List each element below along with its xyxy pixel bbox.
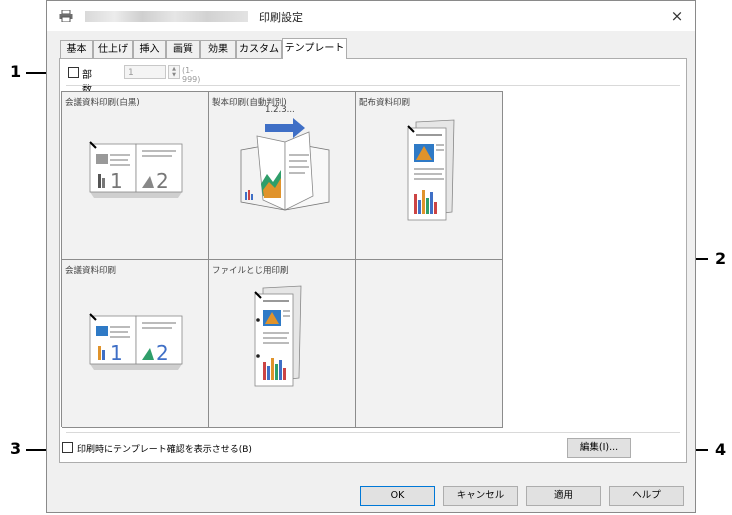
template-handout[interactable]: 配布資料印刷: [356, 92, 503, 260]
template-grid: 会議資料印刷(白黒) 1 2 製本印刷(自動判別) 1.2.3... 配布資料印…: [61, 91, 503, 428]
template-label: 配布資料印刷: [359, 98, 411, 108]
tab-insert[interactable]: 挿入: [133, 40, 166, 58]
callout-2: 2: [715, 249, 727, 268]
confirm-label: 印刷時にテンプレート確認を表示させる(B): [77, 445, 252, 455]
template-label: ファイルとじ用印刷: [212, 266, 289, 276]
tab-custom[interactable]: カスタム: [236, 40, 282, 58]
help-button[interactable]: ヘルプ: [609, 486, 684, 506]
callout-3: 3: [10, 439, 22, 458]
svg-text:2: 2: [156, 341, 169, 365]
printer-name-redacted: [85, 11, 248, 22]
window-title: 印刷設定: [259, 11, 303, 24]
handout-icon: [407, 119, 455, 221]
template-file-binding[interactable]: ファイルとじ用印刷: [209, 260, 356, 428]
template-meeting[interactable]: 会議資料印刷 1 2: [62, 260, 209, 428]
svg-text:1: 1: [110, 169, 123, 193]
spin-down-icon[interactable]: ▼: [169, 72, 179, 78]
copies-stepper[interactable]: ▲ ▼: [168, 65, 180, 79]
edit-button[interactable]: 編集(I)...: [567, 438, 631, 458]
tab-image-quality[interactable]: 画質: [166, 40, 200, 58]
file-binding-icon: [254, 285, 302, 387]
meeting-doc-mono-icon: 1 2: [89, 141, 183, 198]
close-icon[interactable]: ×: [667, 6, 687, 26]
apply-button[interactable]: 適用: [526, 486, 601, 506]
meeting-doc-icon: 1 2: [89, 313, 183, 370]
template-label: 会議資料印刷(白黒): [65, 98, 140, 108]
title-bar: 印刷設定 ×: [47, 1, 695, 31]
callout-1: 1: [10, 62, 22, 81]
tab-finishing[interactable]: 仕上げ: [93, 40, 133, 58]
svg-text:1: 1: [110, 341, 123, 365]
template-empty-slot: [356, 260, 503, 428]
callout-4: 4: [715, 440, 727, 459]
tab-effects[interactable]: 効果: [200, 40, 236, 58]
tab-template[interactable]: テンプレート: [282, 38, 347, 59]
printer-icon: [59, 10, 73, 22]
confirm-checkbox[interactable]: [62, 442, 73, 453]
svg-text:2: 2: [156, 169, 169, 193]
cancel-button[interactable]: キャンセル: [443, 486, 518, 506]
tab-basic[interactable]: 基本: [60, 40, 93, 58]
booklet-icon: [240, 118, 330, 211]
copies-checkbox[interactable]: [68, 67, 79, 78]
copies-input[interactable]: 1: [124, 65, 166, 79]
copies-range: (1-999): [182, 66, 201, 84]
template-label: 会議資料印刷: [65, 266, 117, 276]
separator-top: [66, 85, 680, 86]
template-meeting-mono[interactable]: 会議資料印刷(白黒) 1 2: [62, 92, 209, 260]
template-booklet[interactable]: 製本印刷(自動判別) 1.2.3...: [209, 92, 356, 260]
ok-button[interactable]: OK: [360, 486, 435, 506]
separator-bottom: [66, 432, 680, 433]
